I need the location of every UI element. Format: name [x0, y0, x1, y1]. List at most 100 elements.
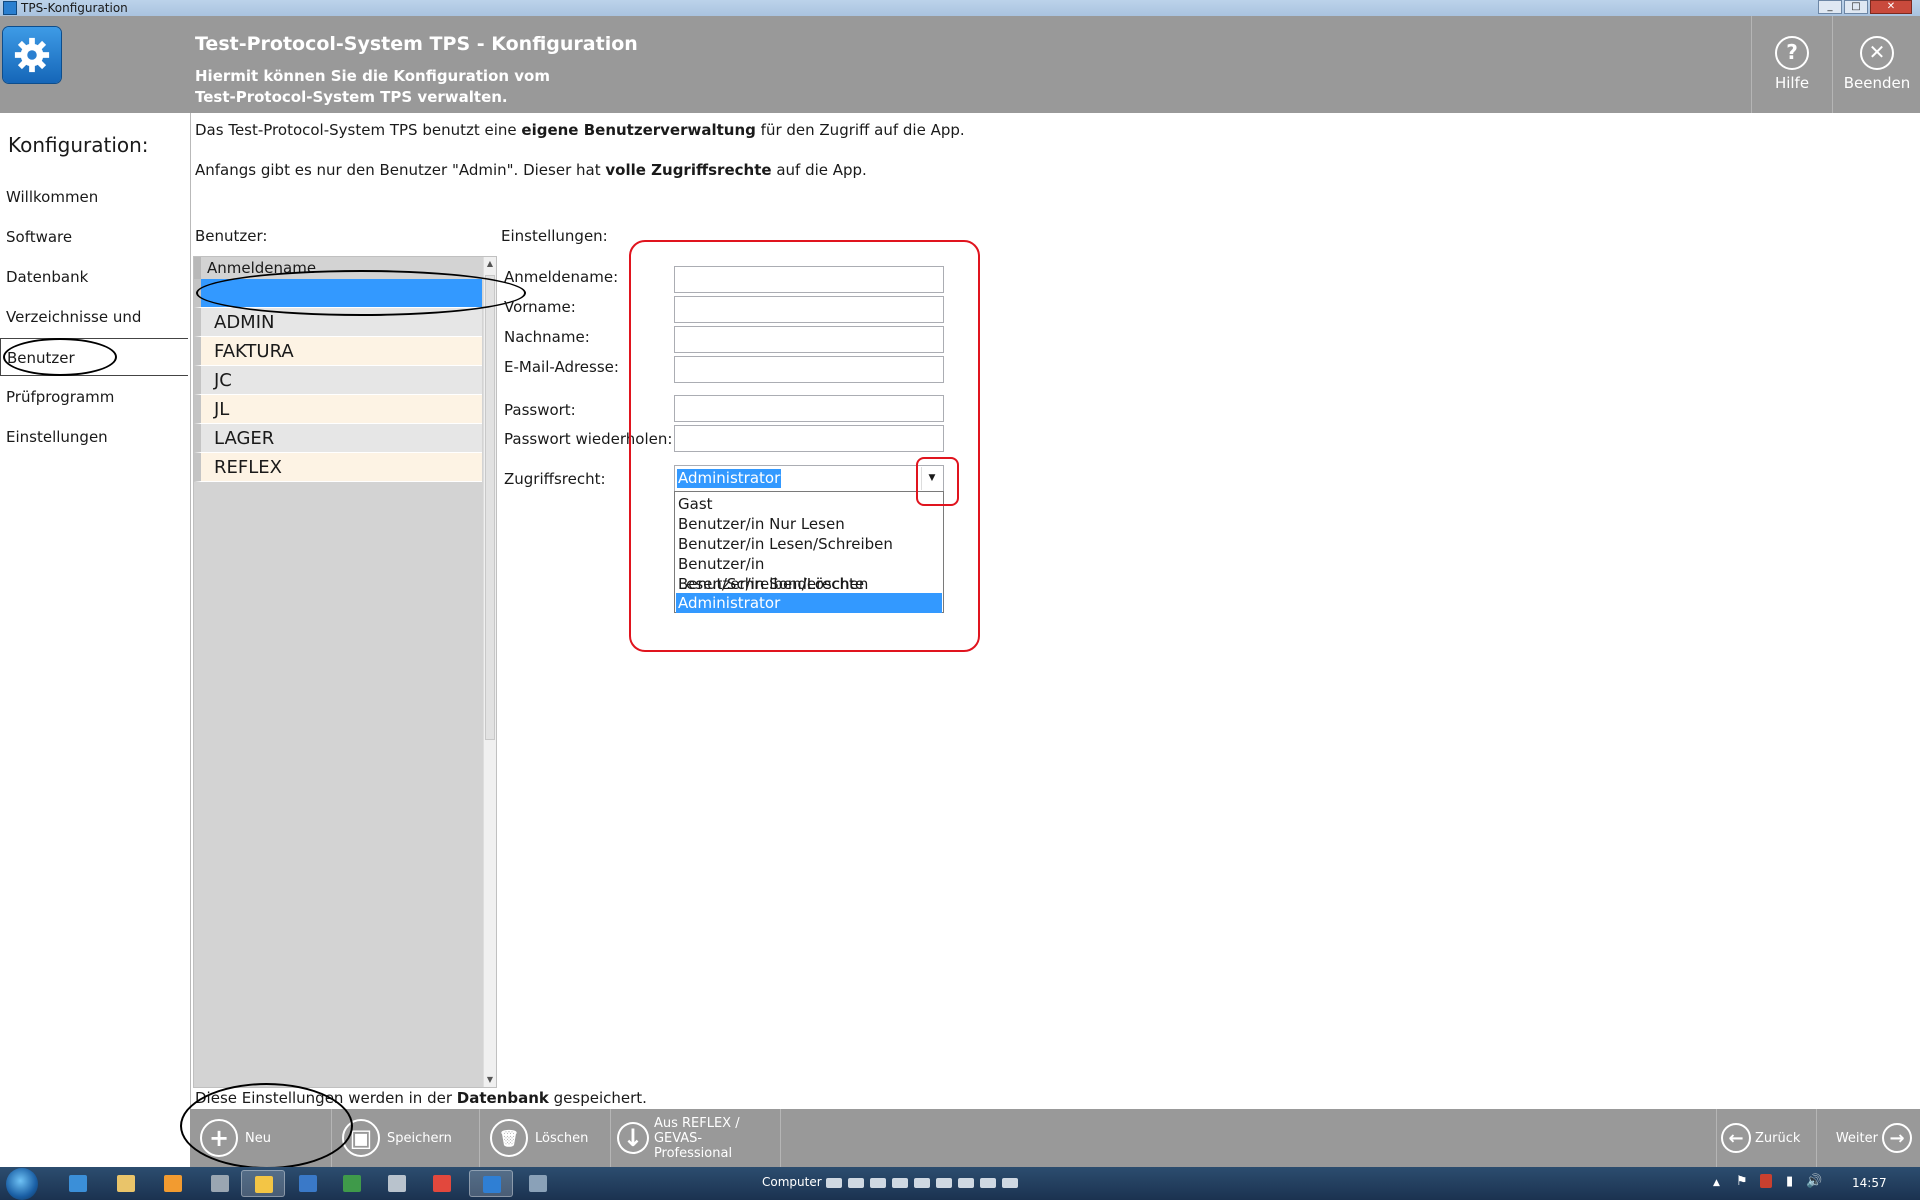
exit-button[interactable]: ✕ Beenden	[1832, 16, 1920, 113]
scroll-down-icon[interactable]: ▼	[484, 1073, 496, 1087]
excel-icon[interactable]	[330, 1170, 374, 1197]
user-row[interactable]: REFLEX	[194, 453, 482, 482]
action-center-flag-icon[interactable]: ⚑	[1736, 1174, 1748, 1189]
tray-app-icon[interactable]	[1760, 1174, 1772, 1188]
sidebar-title: Konfiguration:	[8, 133, 149, 157]
app-small-icon	[3, 1, 17, 15]
window-titlebar: TPS-Konfiguration _ □ ✕	[0, 0, 1920, 16]
remote-icon[interactable]	[516, 1170, 560, 1197]
media-icon-glyph	[164, 1175, 182, 1192]
question-icon: ?	[1775, 36, 1809, 70]
lastname-label: Nachname:	[504, 328, 590, 346]
tray-icon[interactable]	[892, 1178, 908, 1188]
annotation-ellipse-row	[196, 270, 526, 316]
annotation-red-box-form	[629, 240, 980, 652]
tray-icon[interactable]	[1002, 1178, 1018, 1188]
close-icon: ✕	[1860, 36, 1894, 70]
tps-icon[interactable]	[469, 1170, 513, 1197]
calc-icon[interactable]	[375, 1170, 419, 1197]
excel-icon-glyph	[343, 1175, 361, 1192]
remote-icon-glyph	[529, 1175, 547, 1192]
user-row[interactable]: JL	[194, 395, 482, 424]
import-button[interactable]: ↓ Aus REFLEX / GEVAS-Professional	[611, 1109, 781, 1167]
back-label: Zurück	[1755, 1130, 1801, 1146]
tool-icon[interactable]	[198, 1170, 242, 1197]
intro-text-1: Das Test-Protocol-System TPS benutzt ein…	[195, 121, 965, 139]
user-list[interactable]: Anmeldename ADMIN FAKTURA JC JL LAGER RE…	[193, 256, 497, 1088]
window-controls: _ □ ✕	[1818, 0, 1912, 14]
arrow-left-icon: ←	[1721, 1123, 1751, 1153]
intro-text-2b: volle Zugriffsrechte	[605, 161, 772, 179]
users-label: Benutzer:	[195, 227, 268, 245]
sidebar-item-datenbank[interactable]: Datenbank	[0, 258, 188, 296]
tray-icon[interactable]	[936, 1178, 952, 1188]
back-button[interactable]: ← Zurück	[1716, 1109, 1816, 1167]
annotation-ellipse-new	[180, 1083, 353, 1169]
sidebar-item-verzeichnisse[interactable]: Verzeichnisse und Ordner	[0, 298, 188, 364]
password-label: Passwort:	[504, 401, 576, 419]
scroll-up-icon[interactable]: ▲	[484, 257, 496, 271]
folder-icon[interactable]	[241, 1170, 285, 1197]
import-label-line2: GEVAS-Professional	[653, 1130, 733, 1161]
tray-icon[interactable]	[826, 1178, 842, 1188]
chrome-icon[interactable]	[420, 1170, 464, 1197]
next-label: Weiter	[1835, 1130, 1878, 1146]
windows-start-icon[interactable]	[6, 1168, 38, 1200]
next-button[interactable]: Weiter →	[1816, 1109, 1920, 1167]
delete-label: Löschen	[535, 1130, 589, 1146]
tray-icon[interactable]	[958, 1178, 974, 1188]
tps-icon-glyph	[483, 1176, 501, 1193]
maximize-button[interactable]: □	[1844, 0, 1868, 14]
page-subtitle-line1: Hiermit können Sie die Konfiguration vom	[195, 67, 550, 85]
annotation-ellipse-nav	[3, 338, 117, 376]
sidebar-nav: Konfiguration: Willkommen Software Daten…	[0, 113, 191, 1113]
email-label: E-Mail-Adresse:	[504, 358, 619, 376]
scroll-thumb[interactable]	[485, 275, 495, 740]
os-taskbar: Computer ▲ ⚑ ▮ 🔊 14:57	[0, 1167, 1920, 1200]
help-button[interactable]: ? Hilfe	[1751, 16, 1832, 113]
user-row[interactable]: LAGER	[194, 424, 482, 453]
app-icon-glyph	[299, 1175, 317, 1192]
tool-icon-glyph	[211, 1175, 229, 1192]
annotation-red-box-arrow	[916, 457, 959, 506]
intro-text-1a: Das Test-Protocol-System TPS benutzt ein…	[195, 121, 522, 139]
ie-icon-glyph	[69, 1175, 87, 1192]
sidebar-item-einstellungen[interactable]: Einstellungen	[0, 418, 188, 456]
window-title: TPS-Konfiguration	[21, 1, 128, 15]
app-header: Test-Protocol-System TPS - Konfiguration…	[0, 16, 1920, 113]
volume-icon[interactable]: 🔊	[1806, 1174, 1822, 1189]
calc-icon-glyph	[388, 1175, 406, 1192]
tray-computer-label: Computer	[762, 1175, 822, 1189]
window-close-button[interactable]: ✕	[1870, 0, 1912, 14]
network-icon[interactable]: ▮	[1786, 1174, 1793, 1189]
ie-icon[interactable]	[56, 1170, 100, 1197]
tray-icon[interactable]	[848, 1178, 864, 1188]
minimize-button[interactable]: _	[1818, 0, 1842, 14]
app-icon[interactable]	[286, 1170, 330, 1197]
settings-label: Einstellungen:	[501, 227, 608, 245]
intro-text-2c: auf die App.	[771, 161, 867, 179]
user-row[interactable]: JC	[194, 366, 482, 395]
tray-icon[interactable]	[980, 1178, 996, 1188]
help-label: Hilfe	[1774, 74, 1810, 92]
media-icon[interactable]	[151, 1170, 195, 1197]
sidebar-item-pruefprogramm[interactable]: Prüfprogramm	[0, 378, 188, 416]
folder-icon-glyph	[255, 1176, 273, 1193]
exit-label: Beenden	[1843, 74, 1911, 92]
tray-icon[interactable]	[870, 1178, 886, 1188]
save-button[interactable]: ▣ Speichern	[332, 1109, 480, 1167]
explorer-icon-glyph	[117, 1175, 135, 1192]
save-label: Speichern	[387, 1130, 452, 1146]
tray-expand-icon[interactable]: ▲	[1713, 1178, 1720, 1188]
user-row[interactable]: FAKTURA	[194, 337, 482, 366]
intro-text-2: Anfangs gibt es nur den Benutzer "Admin"…	[195, 161, 867, 179]
user-list-scrollbar[interactable]: ▲ ▼	[483, 257, 496, 1087]
delete-button[interactable]: 🗑 Löschen	[480, 1109, 611, 1167]
username-label: Anmeldename:	[504, 268, 619, 286]
page-subtitle-line2: Test-Protocol-System TPS verwalten.	[195, 88, 508, 106]
sidebar-item-software[interactable]: Software	[0, 218, 188, 256]
tray-icon[interactable]	[914, 1178, 930, 1188]
sidebar-item-willkommen[interactable]: Willkommen	[0, 178, 188, 216]
explorer-icon[interactable]	[104, 1170, 148, 1197]
taskbar-clock[interactable]: 14:57	[1852, 1176, 1887, 1190]
